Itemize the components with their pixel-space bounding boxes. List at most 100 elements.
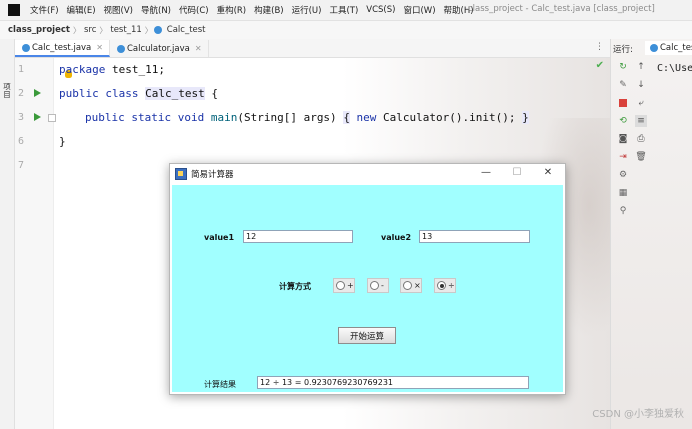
- radio-label: +: [347, 281, 354, 290]
- tab-label: Calc_test.java: [32, 42, 92, 53]
- menu-build[interactable]: 构建(B): [250, 4, 287, 16]
- menu-code[interactable]: 代码(C): [175, 4, 213, 16]
- arrow-down-icon[interactable]: ↓: [635, 79, 647, 91]
- close-icon[interactable]: ✕: [195, 44, 202, 53]
- value2-label: value2: [381, 233, 412, 242]
- radio-indicator: [403, 281, 412, 290]
- run-config-icon: [650, 44, 658, 52]
- run-gutter-icon[interactable]: [34, 89, 41, 97]
- fold-icon[interactable]: [48, 114, 56, 122]
- start-calculate-button[interactable]: 开始运算: [338, 327, 396, 344]
- inspection-ok-icon[interactable]: ✔: [596, 60, 604, 71]
- line-number: 6: [18, 136, 25, 147]
- menu-navigate[interactable]: 导航(N): [137, 4, 175, 16]
- project-tool-button[interactable]: 项目: [2, 83, 12, 99]
- value1-field[interactable]: 12: [243, 230, 353, 243]
- menu-bar: 文件(F) 编辑(E) 视图(V) 导航(N) 代码(C) 重构(R) 构建(B…: [0, 0, 692, 20]
- value2-field[interactable]: 13: [419, 230, 530, 243]
- close-icon[interactable]: ✕: [538, 167, 558, 178]
- exit-icon[interactable]: ⇥: [617, 151, 629, 163]
- radio-add[interactable]: +: [333, 278, 355, 293]
- radio-multiply[interactable]: ×: [400, 278, 422, 293]
- code-line-1: package test_11;: [59, 63, 165, 76]
- breadcrumb-class[interactable]: Calc_test: [164, 25, 209, 35]
- result-field[interactable]: 12 ÷ 13 = 0.9230769230769231: [257, 376, 529, 389]
- tab-calculator[interactable]: Calculator.java ✕: [110, 40, 209, 57]
- more-options-icon[interactable]: ⋮: [595, 42, 604, 52]
- radio-label: ×: [414, 281, 421, 290]
- run-gutter-icon[interactable]: [34, 113, 41, 121]
- dialog-title: 简易计算器: [191, 170, 234, 180]
- code-line-2: public class Calc_test {: [59, 87, 218, 100]
- intellij-logo-icon[interactable]: [8, 4, 20, 16]
- class-icon: [153, 26, 162, 34]
- breadcrumb-separator-icon: 〉: [72, 25, 81, 35]
- menu-file[interactable]: 文件(F): [26, 4, 63, 16]
- radio-subtract[interactable]: -: [367, 278, 389, 293]
- camera-icon[interactable]: ◙: [617, 133, 629, 145]
- menu-vcs[interactable]: VCS(S): [362, 5, 399, 15]
- radio-label: ÷: [448, 281, 455, 290]
- calculator-dialog: 简易计算器 — ☐ ✕ value1 12 value2 13 计算方式 + -…: [169, 163, 566, 395]
- editor-tab-bar: Calc_test.java ✕ Calculator.java ✕ ⋮: [15, 39, 610, 58]
- arrow-up-icon[interactable]: ↑: [635, 61, 647, 73]
- mode-label: 计算方式: [279, 282, 311, 291]
- restore-layout-icon[interactable]: ⟲: [617, 115, 629, 127]
- line-number: 1: [18, 64, 25, 75]
- radio-indicator: [336, 281, 345, 290]
- value1-label: value1: [204, 233, 235, 242]
- menu-view[interactable]: 视图(V): [100, 4, 137, 16]
- radio-divide[interactable]: ÷: [434, 278, 456, 293]
- watermark: CSDN @小李独爱秋: [592, 409, 684, 420]
- settings-icon[interactable]: ⚙: [617, 169, 629, 181]
- run-panel-header: 运行:: [613, 45, 633, 55]
- class-icon: [22, 43, 30, 52]
- menu-refactor[interactable]: 重构(R): [213, 4, 251, 16]
- minimize-icon[interactable]: —: [476, 167, 496, 178]
- code-line-3: public static void main(String[] args) {…: [85, 111, 529, 124]
- line-number: 3: [18, 112, 25, 123]
- class-icon: [116, 44, 125, 53]
- breadcrumb-separator-icon: 〉: [99, 25, 108, 35]
- run-tab-label: Calc_test: [660, 43, 692, 53]
- close-icon[interactable]: ✕: [96, 43, 103, 52]
- breadcrumb-src[interactable]: src: [81, 25, 99, 35]
- editor-gutter: 1 2 3 6 7: [15, 58, 56, 429]
- run-toolbar-left: ↻ ✎ ⟲ ◙ ⇥ ⚙ ▦ ⚲: [615, 61, 633, 223]
- line-number: 7: [18, 160, 25, 171]
- stop-icon[interactable]: [617, 97, 629, 109]
- breadcrumb-project[interactable]: class_project: [0, 25, 73, 35]
- trash-icon[interactable]: 🗑: [635, 151, 647, 163]
- tab-calc-test[interactable]: Calc_test.java ✕: [15, 40, 110, 57]
- menu-run[interactable]: 运行(U): [288, 4, 326, 16]
- line-number: 2: [18, 88, 25, 99]
- radio-indicator-selected: [437, 281, 446, 290]
- dialog-titlebar[interactable]: 简易计算器 — ☐ ✕: [170, 164, 565, 184]
- run-tab[interactable]: Calc_test: [645, 41, 692, 55]
- dialog-content: value1 12 value2 13 计算方式 + - × ÷ 开始运算 计算…: [172, 185, 563, 392]
- radio-indicator: [370, 281, 379, 290]
- java-app-icon: [175, 168, 187, 180]
- tab-label: Calculator.java: [126, 43, 190, 54]
- wrench-icon[interactable]: ✎: [617, 79, 629, 91]
- pin-icon[interactable]: ⚲: [617, 205, 629, 217]
- menu-edit[interactable]: 编辑(E): [63, 4, 100, 16]
- run-panel: 运行: Calc_test ↻ ✎ ⟲ ◙ ⇥ ⚙ ▦ ⚲ ↑ ↓ ⤶ ≡ ⎙ …: [610, 39, 692, 429]
- radio-label: -: [381, 281, 384, 290]
- breadcrumb-separator-icon: 〉: [144, 25, 153, 35]
- menu-tools[interactable]: 工具(T): [325, 4, 362, 16]
- maximize-icon[interactable]: ☐: [507, 167, 527, 178]
- rerun-icon[interactable]: ↻: [617, 61, 629, 73]
- scroll-to-end-icon[interactable]: ≡: [635, 115, 647, 127]
- left-tool-strip: 项目: [0, 39, 15, 429]
- result-label: 计算结果: [204, 380, 236, 389]
- soft-wrap-icon[interactable]: ⤶: [635, 97, 647, 109]
- console-output[interactable]: C:\Use: [657, 63, 692, 74]
- layout-icon[interactable]: ▦: [617, 187, 629, 199]
- breadcrumb: class_project 〉 src 〉 test_11 〉 Calc_tes…: [0, 20, 692, 40]
- run-toolbar-right: ↑ ↓ ⤶ ≡ ⎙ 🗑: [633, 61, 649, 169]
- print-icon[interactable]: ⎙: [635, 133, 647, 145]
- breadcrumb-package[interactable]: test_11: [107, 25, 144, 35]
- code-line-6: }: [59, 135, 66, 148]
- menu-window[interactable]: 窗口(W): [399, 4, 439, 16]
